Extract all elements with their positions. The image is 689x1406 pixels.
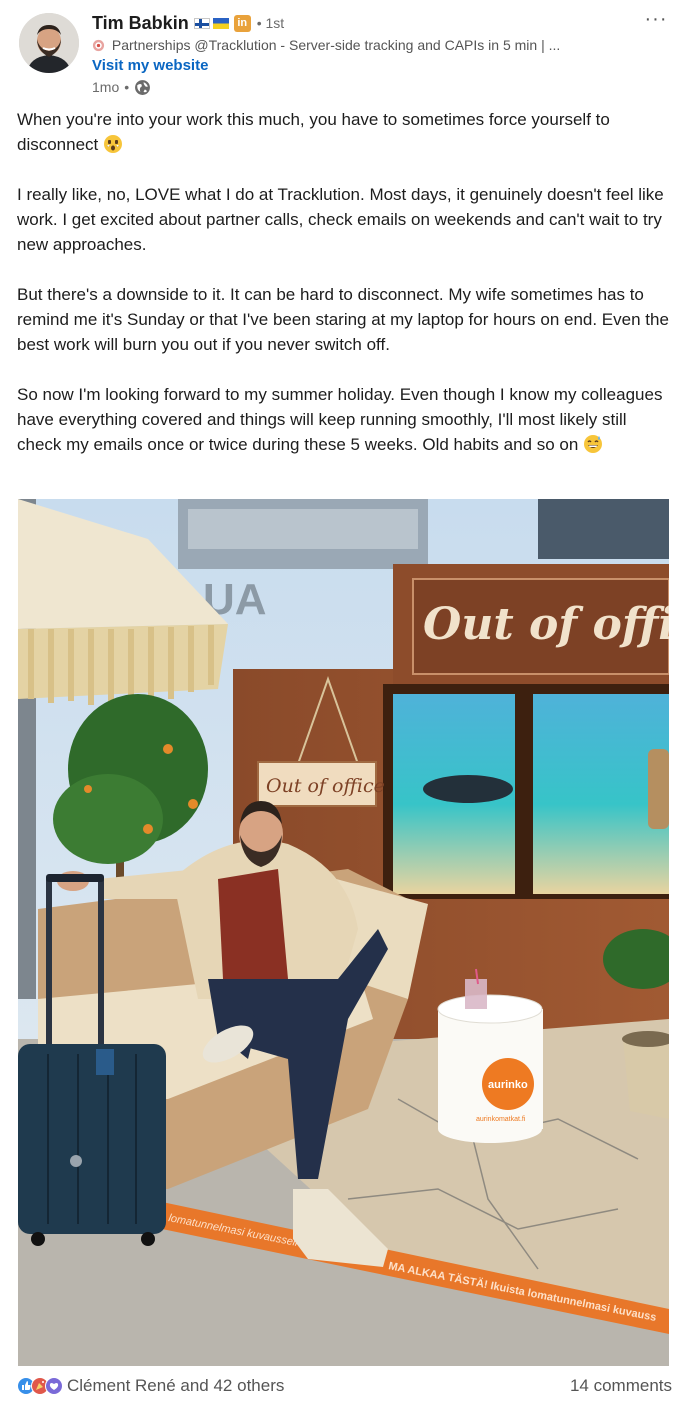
social-counts: Clément René and 42 others 14 comments	[17, 1371, 672, 1401]
ukraine-flag-icon	[212, 17, 229, 29]
target-icon	[92, 39, 105, 52]
author-name-row: Tim Babkin in • 1st	[92, 11, 284, 35]
post-paragraph: When you're into your work this much, yo…	[17, 107, 672, 157]
reaction-icons	[17, 1377, 63, 1395]
more-options-button[interactable]: ···	[641, 8, 671, 32]
visit-website-link[interactable]: Visit my website	[92, 57, 208, 74]
post-paragraph: But there's a downside to it. It can be …	[17, 285, 669, 354]
post-paragraph: So now I'm looking forward to my summer …	[17, 382, 672, 457]
post-timestamp: 1mo	[92, 79, 120, 95]
post-paragraph: I really like, no, LOVE what I do at Tra…	[17, 185, 664, 254]
table-url-text: aurinkomatkat.fi	[476, 1116, 526, 1123]
linkedin-badge-icon: in	[233, 14, 251, 32]
author-headline: Partnerships @Tracklution - Server-side …	[92, 37, 632, 55]
post-header: Tim Babkin in • 1st Partnerships @Trackl…	[0, 0, 689, 100]
reactions-summary[interactable]: Clément René and 42 others	[17, 1376, 284, 1396]
shocked-face-emoji-icon	[104, 135, 123, 153]
author-avatar[interactable]	[19, 13, 79, 73]
table-brand-text: aurinko	[488, 1079, 528, 1091]
out-of-office-sign-small: Out of office	[266, 775, 385, 797]
author-name[interactable]: Tim Babkin	[92, 13, 189, 34]
comments-count-link[interactable]: 14 comments	[570, 1376, 672, 1396]
post-photo-scene: UA Out of office Out of	[18, 499, 669, 1366]
grinning-sweat-emoji-icon	[584, 435, 603, 453]
degree-label: 1st	[265, 15, 285, 31]
post-meta: 1mo •	[92, 78, 151, 96]
reactions-text: Clément René and 42 others	[67, 1376, 285, 1395]
love-icon	[45, 1377, 63, 1395]
finland-flag-icon	[193, 17, 210, 29]
meta-separator: •	[124, 79, 130, 95]
globe-icon	[135, 79, 151, 95]
post-body: When you're into your work this much, yo…	[17, 107, 672, 482]
paragraph-text: So now I'm looking forward to my summer …	[17, 385, 663, 454]
degree-separator: •	[256, 15, 262, 31]
connection-degree: • 1st	[257, 15, 284, 31]
out-of-office-sign-large: Out of office	[423, 599, 669, 650]
headline-text: Partnerships @Tracklution - Server-side …	[111, 37, 561, 53]
post-image[interactable]: UA Out of office Out of	[18, 499, 669, 1366]
